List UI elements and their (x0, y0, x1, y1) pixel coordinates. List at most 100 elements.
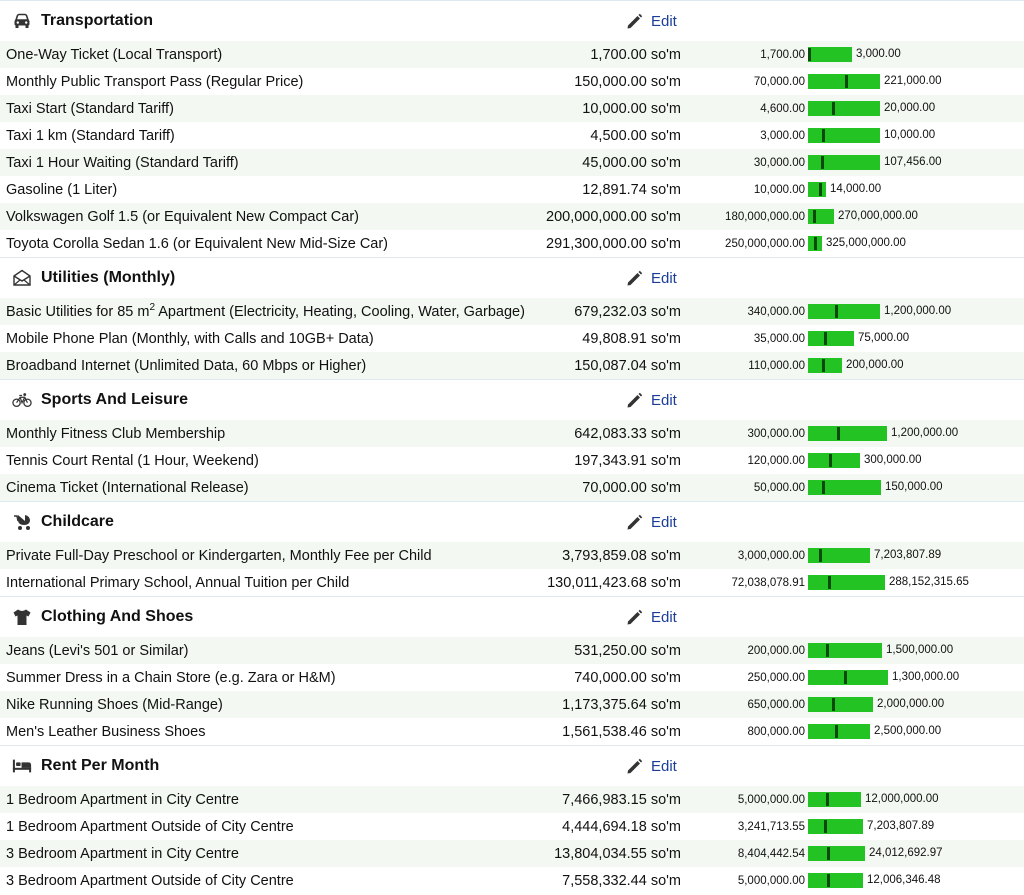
price-marker (835, 725, 838, 738)
edit-link[interactable]: Edit (626, 746, 677, 786)
range-max: 24,012,692.97 (869, 847, 943, 859)
range-max: 300,000.00 (864, 454, 922, 466)
edit-link[interactable]: Edit (626, 258, 677, 298)
range-max: 2,000,000.00 (877, 698, 945, 710)
cost-of-living-table: Transportation Edit One-Way Ticket (Loca… (0, 0, 1024, 894)
category-title: Clothing And Shoes (41, 608, 194, 625)
item-name-text: Toyota Corolla Sedan 1.6 (or Equivalent … (6, 235, 389, 252)
price-row: 3 Bedroom Apartment in City Centre 13,80… (0, 840, 1024, 867)
range-bar (808, 209, 834, 224)
range-max: 288,152,315.65 (889, 576, 969, 588)
price-row: Cinema Ticket (International Release) 70… (0, 474, 1024, 501)
item-name-text: International Primary School, Annual Tui… (6, 574, 350, 591)
edit-label[interactable]: Edit (651, 609, 677, 626)
item-name: 1 Bedroom Apartment in City Centre (6, 792, 239, 808)
item-name: Monthly Public Transport Pass (Regular P… (6, 74, 303, 90)
category-title: Sports And Leisure (41, 391, 188, 408)
category-header: Rent Per Month Edit (0, 745, 1024, 786)
price-row: Monthly Public Transport Pass (Regular P… (0, 68, 1024, 95)
price-row: Summer Dress in a Chain Store (e.g. Zara… (0, 664, 1024, 691)
range-bar (808, 697, 873, 712)
item-name: Basic Utilities for 85 m2 Apartment (Ele… (6, 302, 525, 320)
item-price: 642,083.33 so'm (574, 425, 681, 442)
item-price: 4,444,694.18 so'm (562, 818, 681, 835)
edit-link[interactable]: Edit (626, 380, 677, 420)
range-max: 14,000.00 (830, 183, 882, 195)
item-name-text: Tennis Court Rental (1 Hour, Weekend) (6, 452, 259, 469)
item-name-post: Apartment (Electricity, Heating, Cooling… (155, 303, 525, 320)
item-name: Cinema Ticket (International Release) (6, 480, 249, 496)
edit-label[interactable]: Edit (651, 13, 677, 30)
range-max: 200,000.00 (846, 359, 904, 371)
edit-link[interactable]: Edit (626, 1, 677, 41)
item-name: Nike Running Shoes (Mid-Range) (6, 697, 223, 713)
category-header: Sports And Leisure Edit (0, 379, 1024, 420)
range-min: 340,000.00 (747, 305, 805, 318)
item-name-text: Taxi Start (Standard Tariff) (6, 100, 174, 117)
price-row: Taxi Start (Standard Tariff) 10,000.00 s… (0, 95, 1024, 122)
item-name: International Primary School, Annual Tui… (6, 575, 349, 591)
edit-link[interactable]: Edit (626, 597, 677, 637)
edit-label[interactable]: Edit (651, 514, 677, 531)
item-name: 1 Bedroom Apartment Outside of City Cent… (6, 819, 294, 835)
range-bar (808, 873, 863, 888)
range-bar (808, 426, 887, 441)
range-max: 325,000,000.00 (826, 237, 906, 249)
price-marker (822, 481, 825, 494)
edit-label[interactable]: Edit (651, 758, 677, 775)
item-name-text: Jeans (Levi's 501 or Similar) (6, 642, 189, 659)
range-max: 12,000,000.00 (865, 793, 939, 805)
price-row: Tennis Court Rental (1 Hour, Weekend) 19… (0, 447, 1024, 474)
category-header: Clothing And Shoes Edit (0, 596, 1024, 637)
item-price: 291,300,000.00 so'm (546, 235, 681, 252)
range-min: 120,000.00 (747, 454, 805, 467)
category-header: Childcare Edit (0, 501, 1024, 542)
item-price: 13,804,034.55 so'm (554, 845, 681, 862)
price-row: Monthly Fitness Club Membership 642,083.… (0, 420, 1024, 447)
price-row: 3 Bedroom Apartment Outside of City Cent… (0, 867, 1024, 894)
range-max: 75,000.00 (858, 332, 910, 344)
category-section: Childcare Edit Private Full-Day Preschoo… (0, 501, 1024, 596)
price-row: Men's Leather Business Shoes 1,561,538.4… (0, 718, 1024, 745)
edit-link[interactable]: Edit (626, 502, 677, 542)
range-max: 1,300,000.00 (892, 671, 960, 683)
pencil-icon (627, 758, 643, 773)
range-bar (808, 155, 880, 170)
item-price: 197,343.91 so'm (574, 452, 681, 469)
item-name-text: Cinema Ticket (International Release) (6, 479, 249, 496)
price-marker (837, 427, 840, 440)
category-title: Utilities (Monthly) (41, 269, 176, 286)
range-bar (808, 101, 880, 116)
category-section: Rent Per Month Edit 1 Bedroom Apartment … (0, 745, 1024, 894)
price-row: International Primary School, Annual Tui… (0, 569, 1024, 596)
item-name: Taxi 1 km (Standard Tariff) (6, 128, 175, 144)
item-price: 1,700.00 so'm (590, 46, 681, 63)
item-name: Private Full-Day Preschool or Kindergart… (6, 548, 432, 564)
range-min: 800,000.00 (747, 725, 805, 738)
item-name-text: Monthly Fitness Club Membership (6, 425, 226, 442)
range-max: 10,000.00 (884, 129, 936, 141)
range-bar (808, 792, 861, 807)
item-price: 150,000.00 so'm (574, 73, 681, 90)
range-min: 3,000,000.00 (737, 549, 805, 562)
category-header: Transportation Edit (0, 0, 1024, 41)
item-name-text: Nike Running Shoes (Mid-Range) (6, 696, 223, 713)
item-name-text: Private Full-Day Preschool or Kindergart… (6, 547, 432, 564)
range-min: 180,000,000.00 (725, 210, 805, 223)
price-row: Gasoline (1 Liter) 12,891.74 so'm 10,000… (0, 176, 1024, 203)
item-name: Toyota Corolla Sedan 1.6 (or Equivalent … (6, 236, 388, 252)
range-min: 5,000,000.00 (737, 874, 805, 887)
item-price: 4,500.00 so'm (590, 127, 681, 144)
range-min: 30,000.00 (753, 156, 805, 169)
item-name: Taxi 1 Hour Waiting (Standard Tariff) (6, 155, 239, 171)
edit-label[interactable]: Edit (651, 392, 677, 409)
edit-label[interactable]: Edit (651, 270, 677, 287)
item-price: 10,000.00 so'm (582, 100, 681, 117)
item-name: 3 Bedroom Apartment Outside of City Cent… (6, 873, 294, 889)
range-bar (808, 575, 885, 590)
price-marker (832, 102, 835, 115)
item-name: Volkswagen Golf 1.5 (or Equivalent New C… (6, 209, 359, 225)
range-max: 270,000,000.00 (838, 210, 918, 222)
price-row: Toyota Corolla Sedan 1.6 (or Equivalent … (0, 230, 1024, 257)
range-bar (808, 643, 882, 658)
